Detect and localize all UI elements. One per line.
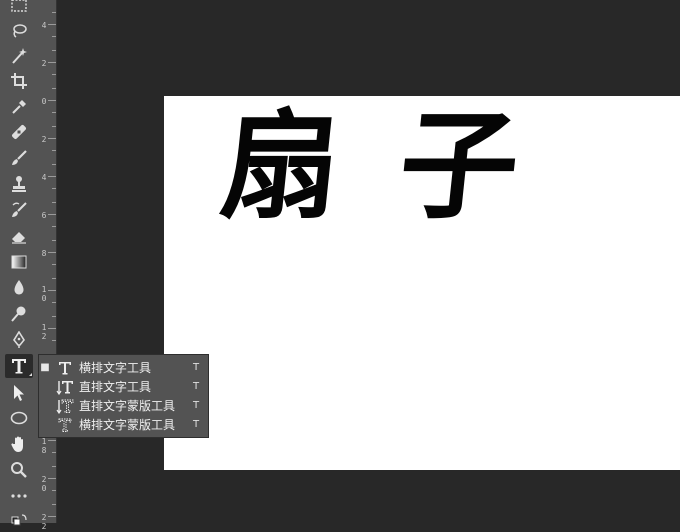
more-tools-icon[interactable] (5, 484, 33, 508)
selected-indicator-icon: ■ (40, 362, 50, 373)
type-tool-icon[interactable] (5, 354, 33, 378)
ruler-label: 2 0 (41, 475, 47, 493)
ruler-label: 2 (41, 135, 47, 144)
type-tool-flyout-menu: ■ 横排文字工具 T 直排文字工具 T 直排文字蒙版工具 T 横排文字蒙版工具 … (38, 354, 209, 438)
lasso-tool-icon[interactable] (5, 19, 33, 43)
crop-tool-icon[interactable] (5, 69, 33, 93)
flyout-item-label: 直排文字工具 (79, 380, 152, 394)
flyout-item-horizontal-type-mask[interactable]: 横排文字蒙版工具 T (39, 415, 208, 434)
ruler-label: 4 (41, 173, 47, 182)
canvas-text-layer[interactable]: 扇子 (215, 96, 586, 236)
flyout-item-shortcut: T (192, 362, 200, 373)
ruler-label: 6 (41, 211, 47, 220)
eraser-icon[interactable] (5, 224, 33, 248)
horizontal-type-icon (51, 360, 79, 376)
flyout-item-shortcut: T (192, 419, 200, 430)
ellipse-tool-icon[interactable] (5, 406, 33, 430)
dodge-tool-icon[interactable] (5, 302, 33, 326)
flyout-item-vertical-type[interactable]: 直排文字工具 T (39, 377, 208, 396)
ruler-label: 1 8 (41, 437, 47, 455)
pen-tool-icon[interactable] (5, 328, 33, 352)
marquee-tool-icon[interactable] (5, 0, 33, 18)
tools-panel (0, 0, 39, 526)
healing-brush-icon[interactable] (5, 120, 33, 144)
magic-wand-icon[interactable] (5, 44, 33, 68)
flyout-item-shortcut: T (192, 381, 200, 392)
path-selection-icon[interactable] (5, 381, 33, 405)
flyout-item-vertical-type-mask[interactable]: 直排文字蒙版工具 T (39, 396, 208, 415)
clone-stamp-icon[interactable] (5, 172, 33, 196)
ruler-label: 2 2 (41, 513, 47, 531)
flyout-item-label: 横排文字蒙版工具 (79, 418, 176, 432)
default-colors-icon[interactable] (5, 508, 33, 532)
hand-tool-icon[interactable] (5, 432, 33, 456)
flyout-item-shortcut: T (192, 400, 200, 411)
brush-tool-icon[interactable] (5, 146, 33, 170)
zoom-tool-icon[interactable] (5, 458, 33, 482)
eyedropper-icon[interactable] (5, 95, 33, 119)
blur-tool-icon[interactable] (5, 276, 33, 300)
ruler-label: 0 (41, 97, 47, 106)
ruler-label: 2 (41, 59, 47, 68)
vertical-type-icon (51, 379, 79, 395)
ruler-label: 1 2 (41, 323, 47, 341)
vertical-ruler: 4 2 0 2 4 6 8 1 0 1 2 1 4 1 6 1 8 2 0 2 … (38, 0, 57, 531)
ruler-label: 8 (41, 249, 47, 258)
vertical-type-mask-icon (51, 398, 79, 414)
gradient-tool-icon[interactable] (5, 250, 33, 274)
flyout-item-horizontal-type[interactable]: ■ 横排文字工具 T (39, 358, 208, 377)
horizontal-type-mask-icon (51, 417, 79, 433)
history-brush-icon[interactable] (5, 198, 33, 222)
flyout-item-label: 直排文字蒙版工具 (79, 399, 176, 413)
ruler-label: 4 (41, 21, 47, 30)
ruler-label: 1 0 (41, 285, 47, 303)
flyout-item-label: 横排文字工具 (79, 361, 152, 375)
